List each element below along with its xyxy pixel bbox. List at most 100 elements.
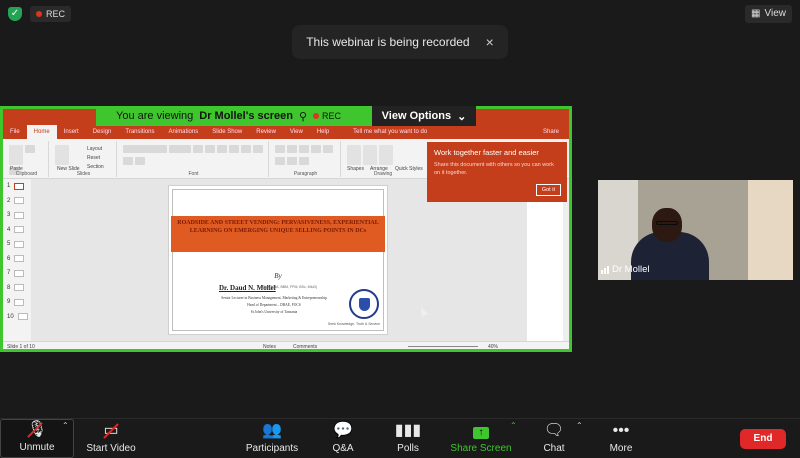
ppt-tab[interactable]: Insert (57, 125, 86, 139)
view-button[interactable]: ▦ View (745, 5, 792, 23)
participants-button[interactable]: 👥 Participants (240, 419, 304, 458)
group-label: Font (188, 171, 199, 177)
thumbnail-number: 3 (7, 212, 11, 219)
font-name-field[interactable] (123, 145, 167, 153)
chat-button[interactable]: 🗨 Chat (538, 419, 570, 458)
presenter-name: Dr Mollel's screen (199, 110, 293, 122)
new-slide-icon[interactable] (55, 145, 69, 165)
unmute-label: Unmute (19, 442, 55, 453)
vertical-scrollbar[interactable] (563, 179, 569, 341)
thumbnail-number: 6 (7, 255, 11, 262)
share-screen-button[interactable]: ↑ Share Screen (448, 419, 514, 458)
slide-thumbnail[interactable]: 6 (3, 252, 31, 267)
ppt-tab[interactable]: Transitions (118, 125, 161, 139)
tell-me-search[interactable]: Tell me what you want to do (346, 125, 434, 139)
comments-button[interactable]: Comments (293, 344, 317, 350)
ppt-tab[interactable]: File (3, 125, 27, 139)
slide-thumbnail[interactable]: 8 (3, 281, 31, 296)
reset-button[interactable]: Reset (87, 154, 100, 162)
ribbon-group-font: Font (119, 141, 269, 177)
thumbnail-number: 2 (7, 197, 11, 204)
slide-university: St John's University of Tanzania (250, 310, 298, 314)
end-button[interactable]: End (740, 429, 786, 449)
more-button[interactable]: ••• More (604, 419, 638, 458)
slide-department: Head of Department – DBAE, FOCS (247, 303, 301, 307)
thumbnail-image (14, 298, 25, 306)
view-label: View (764, 8, 787, 19)
layout-button[interactable]: Layout (87, 145, 102, 153)
view-options-button[interactable]: View Options ⌄ (372, 106, 476, 126)
toast-message: This webinar is being recorded (306, 35, 470, 49)
ppt-tab[interactable]: Help (310, 125, 336, 139)
ribbon-group-slides: New Slide Layout Reset Section Slides (51, 141, 117, 177)
slide-thumbnail[interactable]: 4 (3, 223, 31, 238)
banner-rec-label: REC (322, 111, 342, 121)
polls-button[interactable]: ▮▮▮ Polls (390, 419, 426, 458)
ribbon-group-paragraph: Paragraph (271, 141, 341, 177)
font-size-field[interactable] (169, 145, 191, 153)
slide-thumbnail[interactable]: 10 (3, 310, 31, 325)
section-button[interactable]: Section (87, 163, 104, 171)
ppt-tab[interactable]: Animations (162, 125, 206, 139)
slide-thumbnail[interactable]: 9 (3, 295, 31, 310)
shield-icon[interactable]: ✓ (8, 7, 22, 21)
recording-toast: This webinar is being recorded × (292, 25, 508, 59)
slide-thumbnail[interactable]: 3 (3, 208, 31, 223)
slide-title: ROADSIDE AND STREET VENDING: PERVASIVENE… (171, 216, 385, 252)
slide-canvas: ROADSIDE AND STREET VENDING: PERVASIVENE… (31, 179, 527, 341)
tip-text: Share this document with others so you c… (434, 162, 554, 176)
qa-icon: 💬 (333, 422, 353, 439)
polls-icon: ▮▮▮ (394, 422, 422, 439)
participants-label: Participants (245, 443, 299, 454)
thumbnail-image (14, 269, 25, 277)
university-logo (349, 289, 379, 319)
participant-name-tag: Dr Mollel (601, 264, 649, 275)
zoom-slider[interactable] (408, 346, 478, 347)
viewing-prefix: You are viewing (116, 110, 194, 122)
thumbnail-image (14, 182, 25, 190)
recording-indicator[interactable]: REC (30, 6, 72, 22)
ppt-tab[interactable]: View (283, 125, 310, 139)
slide-thumbnail[interactable]: 1 (3, 179, 31, 194)
participant-glasses (656, 221, 678, 225)
slide-thumbnail[interactable]: 5 (3, 237, 31, 252)
participant-video[interactable]: Dr Mollel (598, 180, 793, 280)
tip-title: Work together faster and easier (434, 148, 539, 157)
thumbnail-image (14, 211, 25, 219)
chevron-down-icon: ⌄ (457, 110, 467, 123)
paste-icon[interactable] (9, 145, 23, 165)
top-bar: ✓ REC ▦ View (0, 0, 800, 28)
start-video-button[interactable]: ▭ Start Video (80, 419, 142, 458)
chevron-up-icon[interactable]: ⌃ (62, 421, 69, 430)
ppt-tab-home[interactable]: Home (26, 125, 57, 139)
chevron-up-icon[interactable]: ⌃ (576, 421, 583, 430)
ppt-tab[interactable]: Review (249, 125, 283, 139)
rec-label: REC (46, 9, 66, 19)
notes-button[interactable]: Notes (263, 344, 276, 350)
arrange-icon[interactable] (363, 145, 377, 165)
chevron-up-icon[interactable]: ⌃ (510, 421, 517, 430)
ppt-tab[interactable]: Slide Show (205, 125, 249, 139)
zoom-level[interactable]: 40% (488, 344, 498, 350)
thumbnail-number: 7 (7, 270, 11, 277)
quick-styles-icon[interactable] (379, 145, 393, 165)
close-icon[interactable]: × (486, 34, 494, 50)
current-slide[interactable]: ROADSIDE AND STREET VENDING: PERVASIVENE… (168, 185, 388, 335)
ribbon-group-drawing: Shapes Arrange Quick Styles Drawing (343, 141, 423, 177)
more-icon: ••• (612, 422, 630, 439)
slide-thumbnail[interactable]: 2 (3, 194, 31, 209)
shapes-icon[interactable] (347, 145, 361, 165)
got-it-button[interactable]: Got it (535, 184, 561, 196)
ppt-share-button[interactable]: Share (536, 125, 569, 139)
thumbnail-number: 5 (7, 241, 11, 248)
remote-control-icon: ⚲ (298, 110, 308, 123)
view-layout-icon: ▦ (751, 8, 761, 19)
slide-thumbnail[interactable]: 7 (3, 266, 31, 281)
qa-button[interactable]: 💬 Q&A (326, 419, 360, 458)
chat-icon: 🗨 (543, 422, 565, 439)
slide-counter: Slide 1 of 10 (7, 343, 35, 350)
participant-name: Dr Mollel (612, 264, 650, 275)
ppt-tab[interactable]: Design (86, 125, 119, 139)
group-label: Clipboard (15, 171, 38, 177)
slide-credentials: (PhD, MBA, BBM, FPM, BSc, MIoD) (261, 285, 318, 289)
